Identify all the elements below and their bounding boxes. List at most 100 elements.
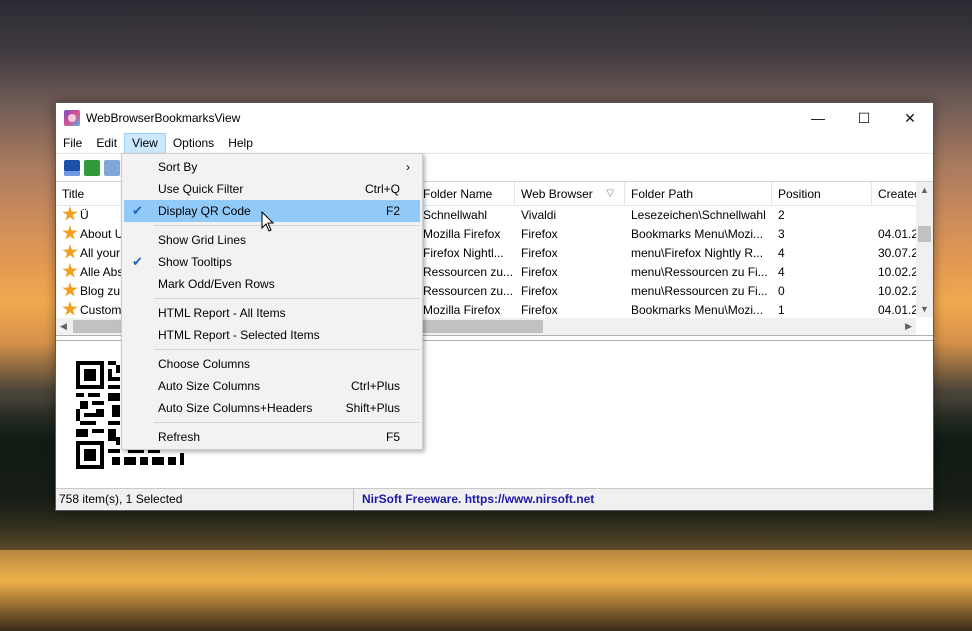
cell-folder: Ressourcen zu... — [423, 284, 514, 298]
cell-folder: Firefox Nightl... — [423, 246, 504, 260]
vertical-scrollbar[interactable]: ▲ ▼ — [916, 182, 933, 317]
chevron-right-icon: › — [406, 160, 410, 174]
menu-edit[interactable]: Edit — [89, 133, 124, 154]
title-text: Blog zu — [80, 284, 121, 298]
scroll-up-icon[interactable]: ▲ — [920, 185, 929, 195]
menu-item-refresh[interactable]: Refresh F5 — [124, 426, 420, 448]
menu-help[interactable]: Help — [221, 133, 260, 154]
cell-browser: Firefox — [521, 227, 558, 241]
menu-item-auto-size-columns[interactable]: Auto Size Columns Ctrl+Plus — [124, 375, 420, 397]
cell-position: 0 — [778, 284, 785, 298]
menu-file[interactable]: File — [56, 133, 89, 154]
maximize-button[interactable]: ☐ — [841, 103, 887, 133]
star-icon — [62, 263, 78, 278]
quick-filter-label: Use Quick Filter — [158, 182, 244, 196]
cell-path: menu\Firefox Nightly R... — [631, 246, 764, 260]
column-position[interactable]: Position — [772, 182, 872, 206]
column-web-browser[interactable]: Web Browser ▽ — [515, 182, 625, 206]
scroll-left-icon[interactable]: ◀ — [60, 321, 67, 332]
check-icon: ✔ — [132, 254, 143, 269]
window-title: WebBrowserBookmarksView — [86, 111, 241, 125]
column-web-browser-label: Web Browser — [521, 187, 593, 201]
auto-size-label: Auto Size Columns — [158, 379, 261, 393]
refresh-icon[interactable] — [84, 159, 100, 176]
cell-position: 2 — [778, 208, 785, 222]
title-text: All your — [80, 246, 121, 260]
choose-columns-label: Choose Columns — [158, 357, 251, 371]
title-text: Alle Abs — [80, 265, 124, 279]
copy-icon[interactable] — [104, 159, 120, 176]
menu-bar: File Edit View Options Help — [56, 132, 933, 154]
title-text: Ü — [80, 208, 89, 222]
nirsoft-link[interactable]: NirSoft Freeware. https://www.nirsoft.ne… — [354, 489, 594, 510]
menu-item-auto-size-headers[interactable]: Auto Size Columns+Headers Shift+Plus — [124, 397, 420, 419]
menu-item-mark-odd-even[interactable]: Mark Odd/Even Rows — [124, 273, 420, 295]
cell-folder: Mozilla Firefox — [423, 227, 501, 241]
mouse-cursor-icon — [261, 211, 275, 232]
menu-item-show-tooltips[interactable]: ✔ Show Tooltips — [124, 251, 420, 273]
star-icon — [62, 301, 78, 316]
sort-icon: ▽ — [606, 188, 614, 199]
scroll-right-icon[interactable]: ▶ — [905, 321, 912, 332]
cell-path: Bookmarks Menu\Mozi... — [631, 227, 764, 241]
display-qr-shortcut: F2 — [385, 204, 400, 218]
menu-separator — [154, 349, 420, 350]
menu-separator — [154, 422, 420, 423]
auto-size-headers-label: Auto Size Columns+Headers — [158, 401, 313, 415]
html-selected-label: HTML Report - Selected Items — [158, 328, 320, 342]
tooltips-label: Show Tooltips — [158, 255, 232, 269]
cell-created — [872, 206, 916, 225]
menu-options[interactable]: Options — [166, 133, 221, 154]
cell-position: 4 — [778, 246, 785, 260]
scroll-down-icon[interactable]: ▼ — [920, 304, 929, 314]
cell-folder: Schnellwahl — [423, 208, 488, 222]
title-text: About U — [80, 227, 124, 241]
cell-created: 10.02.20 — [878, 265, 916, 279]
title-bar[interactable]: WebBrowserBookmarksView — ☐ ✕ — [56, 103, 933, 133]
column-folder-name[interactable]: Folder Name — [417, 182, 515, 206]
star-icon — [62, 244, 78, 259]
menu-item-choose-columns[interactable]: Choose Columns — [124, 353, 420, 375]
menu-item-quick-filter[interactable]: Use Quick Filter Ctrl+Q — [124, 178, 420, 200]
cell-path: menu\Ressourcen zu Fi... — [631, 284, 768, 298]
bookmarks-app-icon — [64, 110, 80, 126]
auto-size-shortcut: Ctrl+Plus — [350, 379, 400, 393]
display-qr-label: Display QR Code — [158, 204, 251, 218]
auto-size-headers-shortcut: Shift+Plus — [345, 401, 400, 415]
quick-filter-shortcut: Ctrl+Q — [364, 182, 400, 196]
refresh-shortcut: F5 — [385, 430, 400, 444]
cell-created: 04.01.20 — [878, 227, 916, 241]
minimize-button[interactable]: — — [795, 103, 841, 133]
cell-folder: Ressourcen zu... — [423, 265, 514, 279]
menu-item-sort-by[interactable]: Sort By › — [124, 156, 420, 178]
vertical-scroll-thumb[interactable] — [918, 226, 931, 242]
odd-even-label: Mark Odd/Even Rows — [158, 277, 275, 291]
status-bar: 758 item(s), 1 Selected NirSoft Freeware… — [56, 488, 933, 510]
save-icon[interactable] — [64, 159, 80, 176]
cell-position: 4 — [778, 265, 785, 279]
cell-browser: Vivaldi — [521, 208, 557, 222]
close-button[interactable]: ✕ — [887, 103, 933, 133]
star-icon — [62, 282, 78, 297]
cell-browser: Firefox — [521, 284, 558, 298]
sort-by-label: Sort By — [158, 160, 198, 174]
menu-view[interactable]: View — [124, 132, 166, 154]
grid-lines-label: Show Grid Lines — [158, 233, 247, 247]
refresh-label: Refresh — [158, 430, 201, 444]
menu-separator — [154, 225, 420, 226]
status-item-count: 758 item(s), 1 Selected — [56, 489, 354, 510]
column-folder-path[interactable]: Folder Path — [625, 182, 772, 206]
menu-item-html-report-selected[interactable]: HTML Report - Selected Items — [124, 324, 420, 346]
column-created[interactable]: Createc — [872, 182, 916, 206]
cell-created: 10.02.20 — [878, 284, 916, 298]
menu-separator — [154, 298, 420, 299]
check-icon: ✔ — [132, 203, 143, 218]
menu-item-html-report-all[interactable]: HTML Report - All Items — [124, 302, 420, 324]
html-all-label: HTML Report - All Items — [158, 306, 286, 320]
view-menu-dropdown: Sort By › Use Quick Filter Ctrl+Q ✔ Display… — [121, 153, 423, 450]
cell-browser: Firefox — [521, 246, 558, 260]
cell-path: menu\Ressourcen zu Fi... — [631, 265, 768, 279]
cell-path: Lesezeichen\Schnellwahl — [631, 208, 766, 222]
cell-created: 30.07.20 — [878, 246, 916, 260]
cell-position: 3 — [778, 227, 785, 241]
